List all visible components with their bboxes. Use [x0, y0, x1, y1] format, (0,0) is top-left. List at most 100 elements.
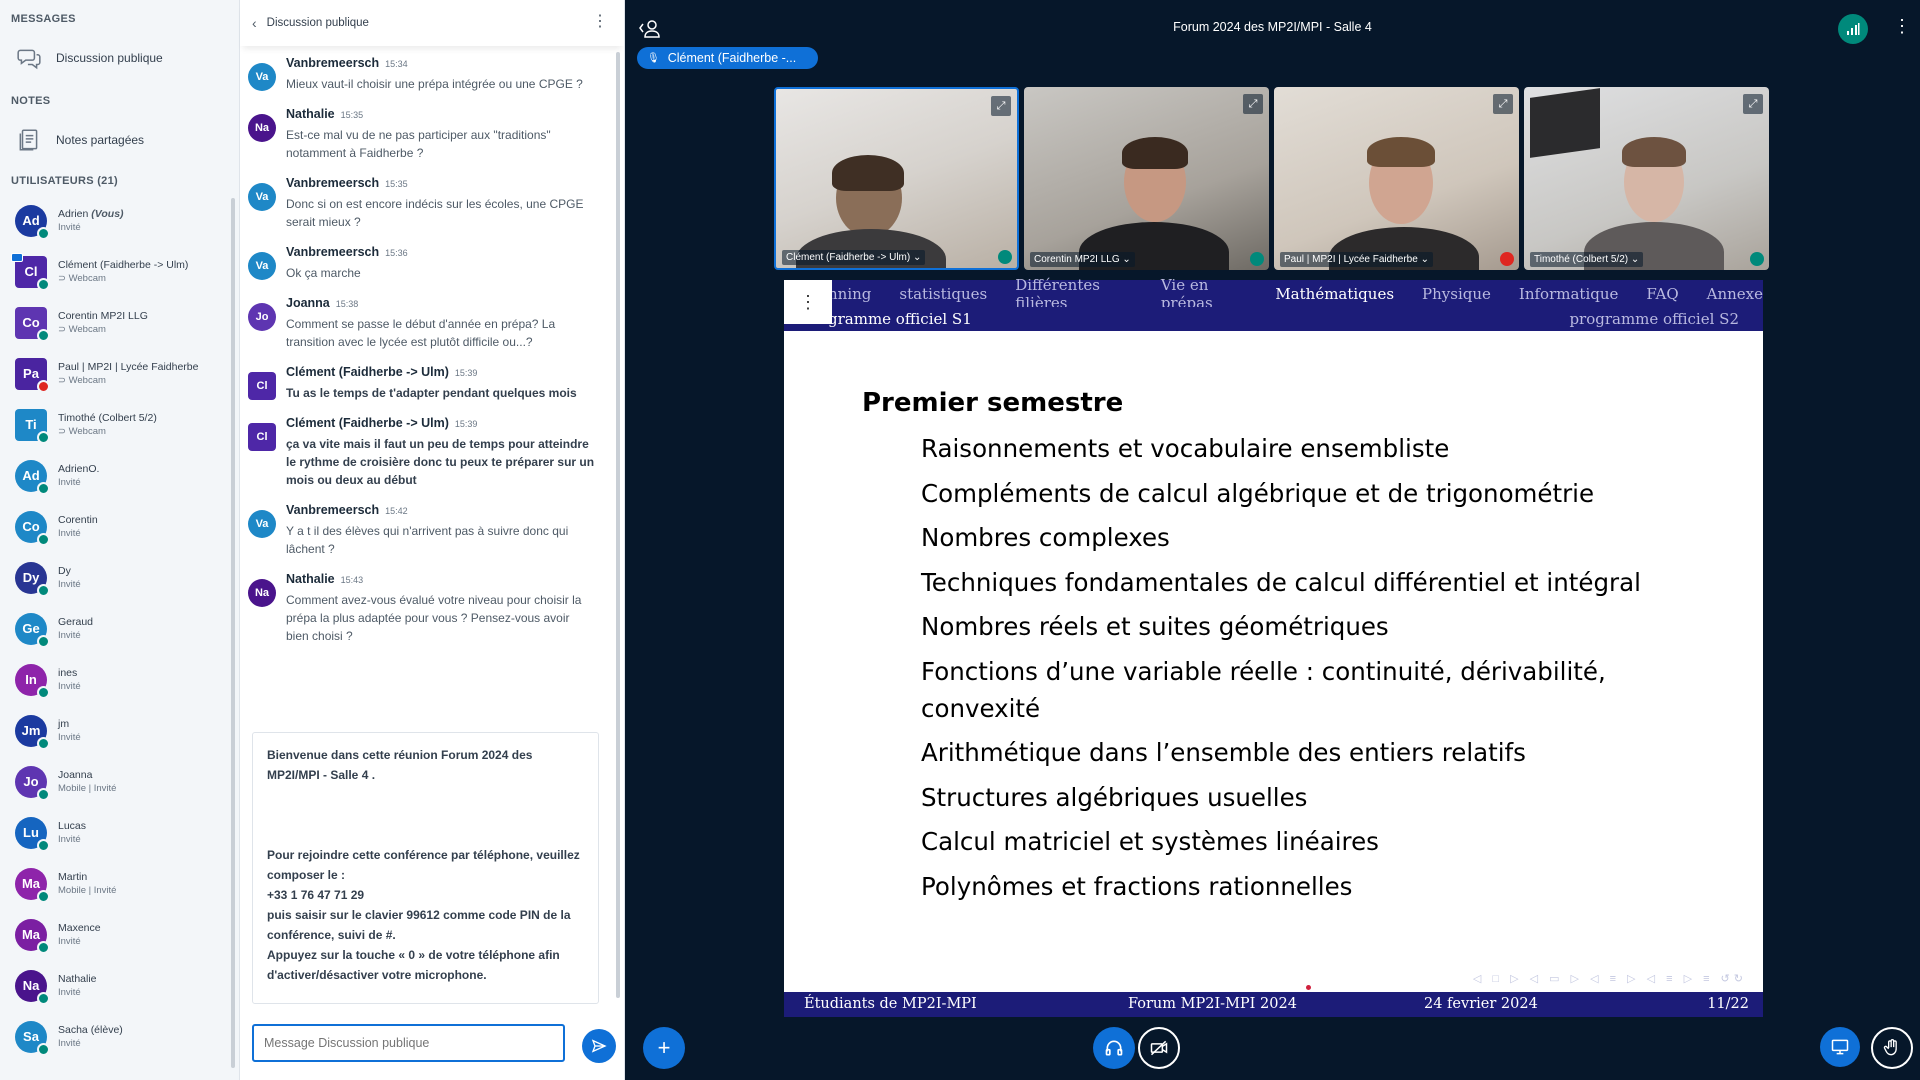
user-name: Lucas — [58, 820, 86, 833]
slide-nav-item[interactable]: Annexe — [1707, 285, 1763, 303]
avatar: Na — [248, 114, 276, 142]
slide-nav-item[interactable]: nning — [828, 285, 871, 303]
user-list-item[interactable]: Ge Geraud Invité — [0, 603, 229, 654]
slide-nav-item[interactable]: FAQ — [1646, 285, 1678, 303]
message-text: Tu as le temps de t'adapter pendant quel… — [286, 386, 577, 400]
user-list: Ad Adrien (Vous) Invité Cl Clément (Faidherb… — [0, 195, 229, 1062]
message-text: Ok ça marche — [286, 266, 361, 280]
slide-nav-item[interactable]: Mathématiques — [1275, 285, 1394, 303]
slide-nav-item[interactable]: Informatique — [1519, 285, 1618, 303]
options-menu-icon[interactable]: ⋮ — [1893, 17, 1911, 35]
chat-options-icon[interactable]: ⋮ — [592, 14, 608, 30]
user-list-item[interactable]: In ines Invité — [0, 654, 229, 705]
user-list-item[interactable]: Jm jm Invité — [0, 705, 229, 756]
send-button[interactable] — [582, 1029, 616, 1063]
user-list-item[interactable]: Co Corentin Invité — [0, 501, 229, 552]
user-list-item[interactable]: Na Nathalie Invité — [0, 960, 229, 1011]
user-list-item[interactable]: Ma Martin Mobile | Invité — [0, 858, 229, 909]
chat-title: Discussion publique — [266, 17, 369, 29]
mic-status-icon — [37, 226, 50, 240]
avatar-initials: Lu — [23, 825, 39, 840]
webcam-label[interactable]: Timothé (Colbert 5/2) ⌄ — [1530, 252, 1644, 267]
fullscreen-icon[interactable]: ⤢ — [1243, 94, 1263, 114]
webcam-toggle-button[interactable] — [1138, 1027, 1180, 1069]
shared-notes-label: Notes partagées — [56, 133, 145, 147]
mic-status-icon — [37, 481, 50, 495]
chat-scrollbar[interactable] — [616, 52, 620, 998]
user-list-item[interactable]: Co Corentin MP2I LLG ⊃ Webcam — [0, 297, 229, 348]
message-body: Clément (Faidherbe -> Ulm) 15:39 ça va vit… — [286, 415, 595, 489]
user-list-item[interactable]: Ti Timothé (Colbert 5/2) ⊃ Webcam — [0, 399, 229, 450]
webcam-label[interactable]: Clément (Faidherbe -> Ulm) ⌄ — [782, 250, 926, 265]
avatar-initials: Jm — [21, 723, 41, 738]
welcome-message: Bienvenue dans cette réunion Forum 2024 … — [252, 732, 599, 1004]
user-list-item[interactable]: Cl Clément (Faidherbe -> Ulm) ⊃ Webcam — [0, 246, 229, 297]
user-list-item[interactable]: Ad AdrienO. Invité — [0, 450, 229, 501]
slide-item: Compléments de calcul algébrique et de t… — [921, 478, 1595, 508]
shared-notes-link[interactable]: Notes partagées — [0, 120, 239, 160]
webcam-tile[interactable]: Timothé (Colbert 5/2) ⌄ ⤢ — [1524, 87, 1769, 270]
notes-icon — [19, 129, 38, 151]
raise-hand-button[interactable] — [1871, 1027, 1913, 1069]
message-time: 15:35 — [385, 179, 408, 189]
notes-section-title: NOTES — [11, 95, 51, 107]
message-time: 15:34 — [385, 59, 408, 69]
user-list-item[interactable]: Ad Adrien (Vous) Invité — [0, 195, 229, 246]
presentation-toggle-button[interactable] — [1820, 1027, 1860, 1067]
headphones-icon — [1105, 1040, 1123, 1056]
avatar-initials: Co — [22, 519, 40, 534]
messages-section-title: MESSAGES — [11, 13, 76, 25]
message-time: 15:35 — [340, 110, 364, 120]
user-name-text: Sacha (élève) — [58, 1023, 123, 1036]
chat-panel: ‹ Discussion publique ⋮ Va Vanbremeersch 1… — [240, 0, 625, 1080]
webcam-tile[interactable]: Paul | MP2I | Lycée Faidherbe ⌄ ⤢ — [1274, 87, 1519, 270]
avatar-initials: Ti — [25, 417, 37, 432]
connection-status-button[interactable] — [1838, 14, 1868, 44]
avatar: Dy — [15, 561, 50, 597]
user-info: Lucas Invité — [58, 820, 86, 846]
avatar-initials: Ge — [22, 621, 40, 636]
message-input[interactable] — [252, 1024, 565, 1062]
avatar-initials: Ma — [21, 876, 41, 891]
user-list-item[interactable]: Ma Maxence Invité — [0, 909, 229, 960]
chat-message: Cl Clément (Faidherbe -> Ulm) 15:39 ça va v… — [240, 415, 595, 489]
fullscreen-icon[interactable]: ⤢ — [1493, 94, 1513, 114]
sidebar-scrollbar[interactable] — [231, 198, 235, 1068]
fullscreen-icon[interactable]: ⤢ — [991, 96, 1011, 116]
message-text: Donc si on est encore indécis sur les éc… — [286, 197, 584, 229]
slide-nav-item[interactable]: statistiques — [899, 285, 987, 303]
webcam-label[interactable]: Corentin MP2I LLG ⌄ — [1030, 252, 1135, 267]
user-role: Invité — [58, 680, 81, 692]
presentation-menu-icon[interactable]: ⋮ — [784, 280, 832, 324]
slide-nav-item[interactable]: Physique — [1422, 285, 1491, 303]
user-list-item[interactable]: Lu Lucas Invité — [0, 807, 229, 858]
talking-indicator[interactable]: 🎙 Clément (Faidherbe -... — [637, 47, 818, 69]
webcam-label[interactable]: Paul | MP2I | Lycée Faidherbe ⌄ — [1280, 252, 1433, 267]
message-header: Vanbremeersch 15:36 — [286, 244, 595, 262]
presentation-icon — [1831, 1039, 1849, 1055]
webcam-tile[interactable]: Clément (Faidherbe -> Ulm) ⌄ ⤢ — [774, 87, 1019, 270]
user-name-text: Adrien — [58, 207, 89, 220]
actions-plus-button[interactable]: + — [643, 1027, 685, 1069]
slide-footer: Étudiants de MP2I-MPI Forum MP2I-MPI 202… — [784, 992, 1763, 1017]
message-header: Nathalie 15:35 — [286, 106, 595, 124]
avatar: Cl — [11, 252, 50, 291]
back-chevron-icon[interactable]: ‹ — [252, 15, 257, 31]
user-role: ⊃ Webcam — [58, 374, 106, 386]
fullscreen-icon[interactable]: ⤢ — [1743, 94, 1763, 114]
user-role: ⊃ Webcam — [58, 323, 106, 335]
avatar: In — [15, 663, 50, 699]
public-chat-link[interactable]: Discussion publique — [0, 38, 239, 78]
avatar-initials: Co — [22, 315, 40, 330]
user-list-item[interactable]: Jo Joanna Mobile | Invité — [0, 756, 229, 807]
message-body: Vanbremeersch 15:35 Donc si on est encore … — [286, 175, 595, 231]
beamer-navigation-controls[interactable]: ◁ □ ▷ ◁ ▭ ▷ ◁ ≡ ▷ ◁ ≡ ▷ ≡ ↺↻ — [1473, 972, 1747, 985]
audio-button[interactable] — [1093, 1027, 1135, 1069]
chat-message: Va Vanbremeersch 15:36 Ok ça marche — [240, 244, 595, 282]
mic-muted-icon — [37, 379, 50, 393]
slide-item: Polynômes et fractions rationnelles — [921, 871, 1353, 901]
webcam-tile[interactable]: Corentin MP2I LLG ⌄ ⤢ — [1024, 87, 1269, 270]
user-list-item[interactable]: Dy Dy Invité — [0, 552, 229, 603]
user-list-item[interactable]: Sa Sacha (élève) Invité — [0, 1011, 229, 1062]
user-list-item[interactable]: Pa Paul | MP2I | Lycée Faidherbe ⊃ Webcam — [0, 348, 229, 399]
